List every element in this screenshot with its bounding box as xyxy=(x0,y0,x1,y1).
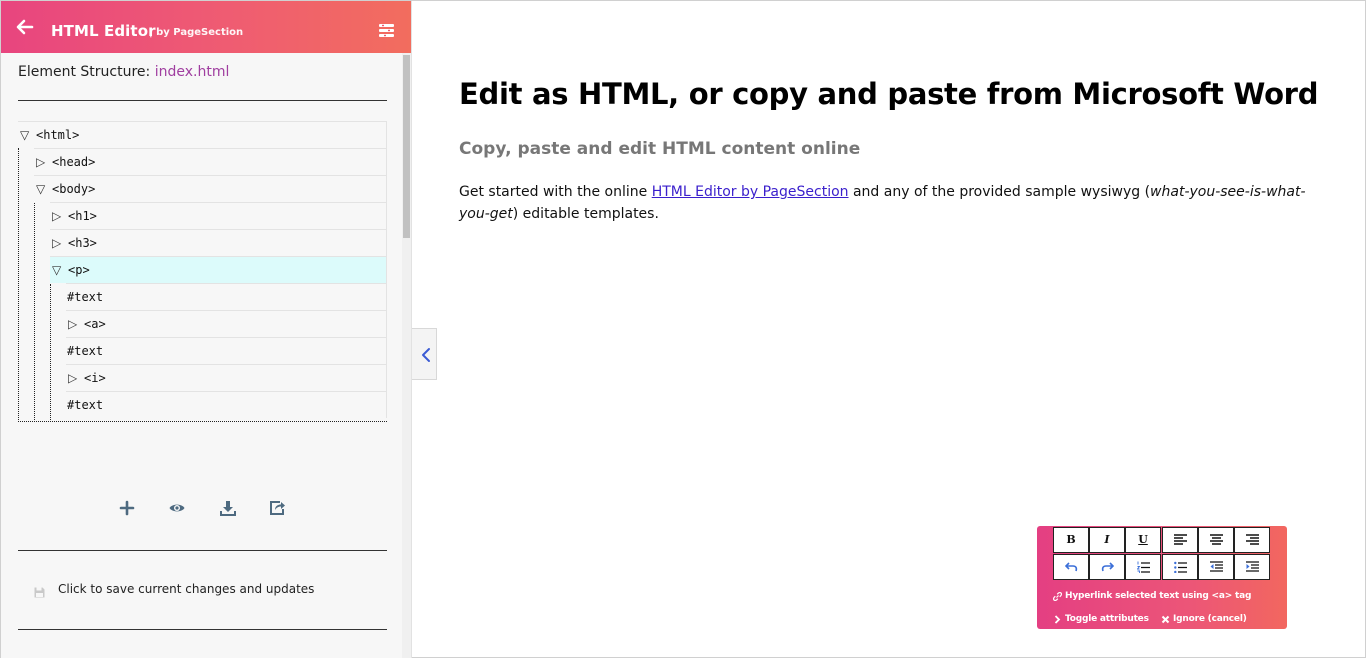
tree-node-h3[interactable]: ▷ <h3> xyxy=(50,229,387,256)
tree-node-p-selected[interactable]: ▽ <p> xyxy=(50,256,387,283)
close-icon xyxy=(1161,615,1170,624)
eye-icon[interactable] xyxy=(168,499,186,517)
page-heading-h1[interactable]: Edit as HTML, or copy and paste from Mic… xyxy=(459,77,1318,111)
italic-button[interactable]: I xyxy=(1089,527,1125,553)
tree-node-text[interactable]: #text xyxy=(66,391,387,418)
align-right-icon xyxy=(1246,534,1259,545)
link-icon xyxy=(1053,592,1062,601)
element-tree: ▽ <html> ▷ <head> ▽ <body> ▷ <h1> ▷ <h3> ▽ <p>… xyxy=(18,121,387,422)
menu-icon[interactable] xyxy=(379,24,395,40)
tree-node-head[interactable]: ▷ <head> xyxy=(34,148,387,175)
expand-toggle-icon[interactable]: ▷ xyxy=(36,149,52,175)
divider xyxy=(18,100,387,101)
align-center-button[interactable] xyxy=(1198,527,1234,553)
expand-toggle-icon[interactable]: ▷ xyxy=(52,230,68,256)
sidebar-scrollbar-thumb[interactable] xyxy=(403,55,410,238)
tree-node-i[interactable]: ▷ <i> xyxy=(66,364,387,391)
tree-node-h1[interactable]: ▷ <h1> xyxy=(50,202,387,229)
sidebar-header: HTML Editor | by PageSection xyxy=(1,1,411,53)
divider xyxy=(18,550,387,551)
ordered-list-button[interactable] xyxy=(1125,554,1161,580)
expand-toggle-icon[interactable]: ▷ xyxy=(52,203,68,229)
paragraph-text: and any of the provided sample wysiwyg ( xyxy=(848,184,1151,200)
tree-node-label: <head> xyxy=(52,155,96,169)
tree-node-label: <p> xyxy=(68,263,90,277)
align-right-button[interactable] xyxy=(1234,527,1270,553)
app-title: HTML Editor xyxy=(51,22,156,40)
redo-icon xyxy=(1101,562,1114,572)
outdent-icon xyxy=(1210,561,1223,572)
toggle-attributes-button[interactable]: Toggle attributes xyxy=(1065,614,1149,624)
align-left-icon xyxy=(1174,534,1187,545)
divider xyxy=(18,629,387,630)
chevron-right-icon xyxy=(1054,615,1061,624)
toolbar-button-grid: B I U xyxy=(1053,527,1271,581)
sidebar: HTML Editor | by PageSection Element Str… xyxy=(1,1,412,658)
expand-toggle-icon[interactable]: ▷ xyxy=(68,311,84,337)
tree-node-label: <h1> xyxy=(68,209,97,223)
tree-node-label: #text xyxy=(67,290,104,304)
underline-button[interactable]: U xyxy=(1125,527,1161,553)
undo-icon xyxy=(1065,562,1078,572)
collapse-sidebar-button[interactable] xyxy=(412,328,437,380)
html-editor-link[interactable]: HTML Editor by PageSection xyxy=(652,184,849,200)
tree-node-body[interactable]: ▽ <body> xyxy=(34,175,387,202)
paragraph-text: Get started with the online xyxy=(459,184,652,200)
tree-node-html[interactable]: ▽ <html> xyxy=(18,121,387,148)
plus-icon[interactable] xyxy=(118,499,136,517)
download-icon[interactable] xyxy=(219,499,237,517)
chevron-left-icon xyxy=(422,348,430,362)
tree-node-label: #text xyxy=(67,398,104,412)
element-structure-text: Element Structure: xyxy=(18,64,151,80)
app-subtitle: | by PageSection xyxy=(149,27,244,38)
tree-node-a[interactable]: ▷ <a> xyxy=(66,310,387,337)
save-changes-button[interactable]: Click to save current changes and update… xyxy=(58,582,314,596)
back-arrow-icon[interactable] xyxy=(15,18,35,36)
share-icon[interactable] xyxy=(268,499,286,517)
formatting-toolbar: B I U Hyperlink selected text using <a> … xyxy=(1037,526,1287,629)
tree-node-label: <a> xyxy=(84,317,106,331)
outdent-button[interactable] xyxy=(1198,554,1234,580)
undo-button[interactable] xyxy=(1053,554,1089,580)
structure-file-link[interactable]: index.html xyxy=(155,64,230,80)
tree-node-text[interactable]: #text xyxy=(66,283,387,310)
bold-button[interactable]: B xyxy=(1053,527,1089,553)
tree-node-label: <i> xyxy=(84,371,106,385)
tree-node-label: <body> xyxy=(52,182,96,196)
expand-toggle-icon[interactable]: ▽ xyxy=(36,176,52,202)
save-floppy-icon[interactable] xyxy=(34,583,45,598)
align-left-button[interactable] xyxy=(1162,527,1198,553)
redo-button[interactable] xyxy=(1089,554,1125,580)
tree-node-label: #text xyxy=(67,344,104,358)
expand-toggle-icon[interactable]: ▽ xyxy=(52,257,68,283)
element-structure-label: Element Structure: index.html xyxy=(18,64,229,80)
intro-paragraph[interactable]: Get started with the online HTML Editor … xyxy=(459,181,1317,225)
tree-node-label: <h3> xyxy=(68,236,97,250)
page-subheading-h3[interactable]: Copy, paste and edit HTML content online xyxy=(459,139,860,159)
tree-node-text[interactable]: #text xyxy=(66,337,387,364)
expand-toggle-icon[interactable]: ▷ xyxy=(68,365,84,391)
paragraph-text: ) editable templates. xyxy=(512,206,659,222)
tree-guide-line xyxy=(18,148,19,421)
indent-icon xyxy=(1246,561,1259,572)
align-center-icon xyxy=(1210,534,1223,545)
unordered-list-icon xyxy=(1174,561,1187,573)
hyperlink-selected-text-button[interactable]: Hyperlink selected text using <a> tag xyxy=(1065,591,1251,601)
tree-guide-line xyxy=(50,284,51,421)
indent-button[interactable] xyxy=(1234,554,1270,580)
app-window: HTML Editor | by PageSection Element Str… xyxy=(0,0,1366,658)
ordered-list-icon xyxy=(1137,561,1150,573)
tree-node-label: <html> xyxy=(36,128,80,142)
expand-toggle-icon[interactable]: ▽ xyxy=(20,122,36,148)
tree-guide-line xyxy=(34,203,35,421)
unordered-list-button[interactable] xyxy=(1162,554,1198,580)
ignore-cancel-button[interactable]: Ignore (cancel) xyxy=(1173,614,1247,624)
